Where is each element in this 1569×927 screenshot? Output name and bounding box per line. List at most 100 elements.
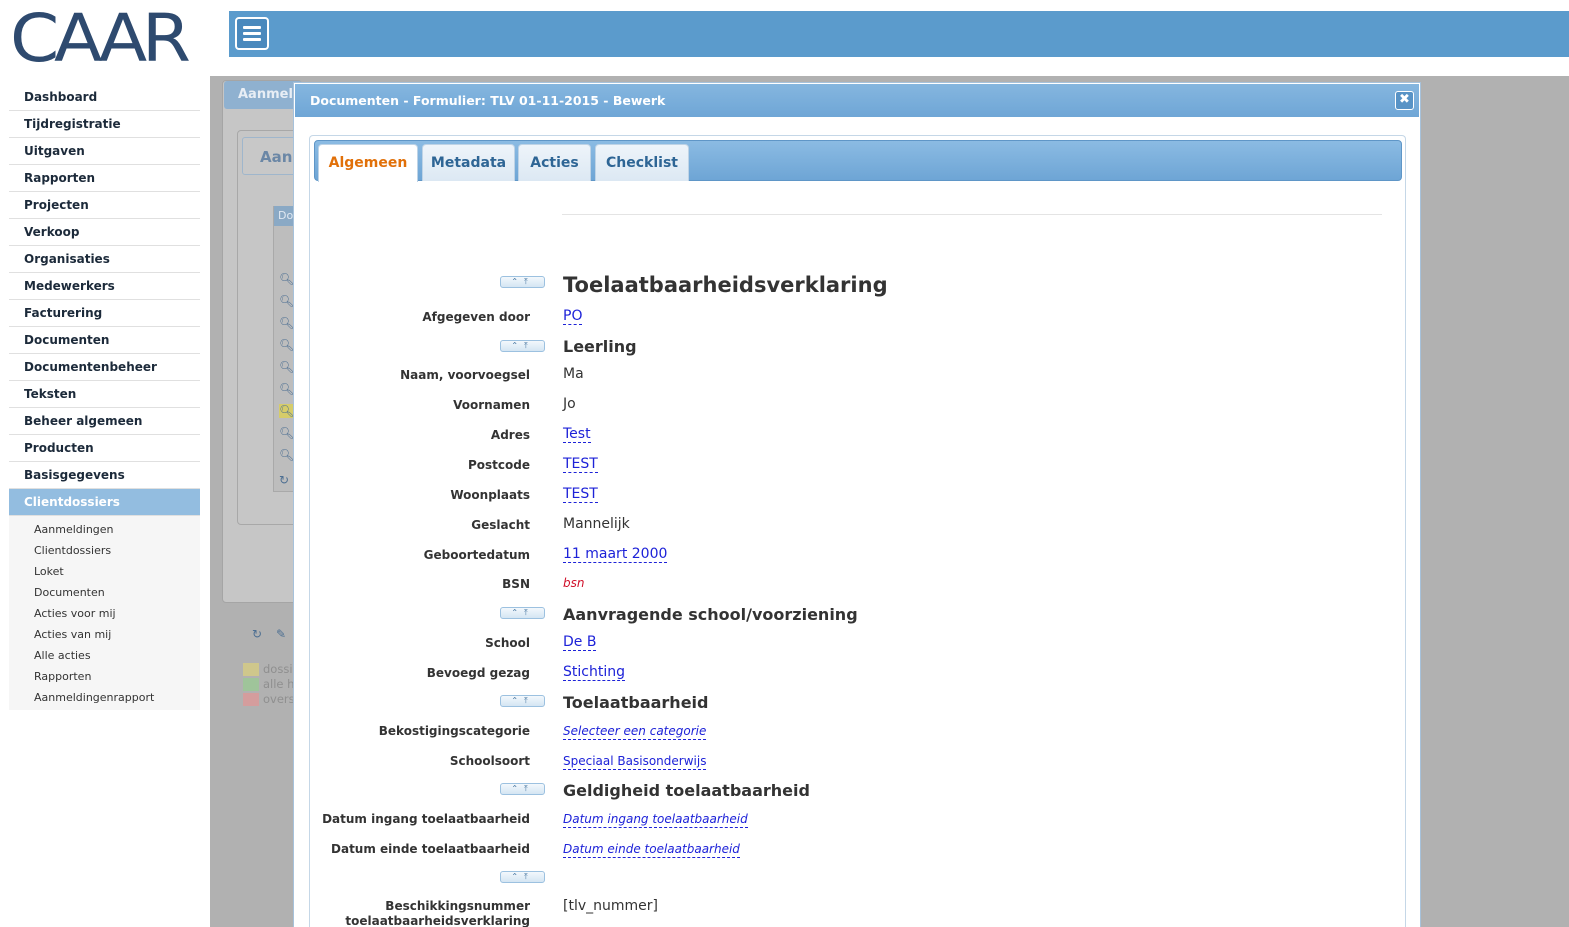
- tab-metadata[interactable]: Metadata: [422, 144, 515, 181]
- refresh-icon: ↻: [279, 473, 290, 487]
- subnav-item-acties-van-mij[interactable]: Acties van mij: [9, 624, 200, 645]
- menu-icon-line: [243, 38, 261, 41]
- move-section-buttons[interactable]: ⌃⤒: [500, 607, 545, 619]
- beschikkingsnummer-label-line1: Beschikkingsnummer: [385, 899, 530, 913]
- sidebar-item-basisgegevens[interactable]: Basisgegevens: [9, 462, 200, 489]
- sidebar-item-producten[interactable]: Producten: [9, 435, 200, 462]
- sidebar-item-medewerkers[interactable]: Medewerkers: [9, 273, 200, 300]
- sidebar-subnav: Aanmeldingen Clientdossiers Loket Docume…: [9, 516, 200, 710]
- postcode-value[interactable]: TEST: [563, 456, 598, 473]
- refresh-icon: ↻: [252, 627, 263, 641]
- sidebar-item-facturering[interactable]: Facturering: [9, 300, 200, 327]
- subnav-item-aanmeldingenrapport[interactable]: Aanmeldingenrapport: [9, 687, 200, 708]
- bsn-label: BSN: [502, 577, 530, 591]
- geboortedatum-value[interactable]: 11 maart 2000: [563, 546, 668, 563]
- sidebar-item-documentenbeheer[interactable]: Documentenbeheer: [9, 354, 200, 381]
- search-icon: 🔍︎: [279, 272, 295, 286]
- geslacht-value: Mannelijk: [563, 516, 630, 532]
- adres-label: Adres: [490, 428, 530, 442]
- search-icon: 🔍︎: [279, 294, 295, 308]
- sidebar-item-documenten[interactable]: Documenten: [9, 327, 200, 354]
- section-leerling-title: Leerling: [563, 337, 637, 356]
- datum-einde-label: Datum einde toelaatbaarheid: [331, 842, 530, 856]
- move-section-buttons[interactable]: ⌃⤒: [500, 276, 545, 288]
- subnav-item-alle-acties[interactable]: Alle acties: [9, 645, 200, 666]
- section-toelaatbaarheid-title: Toelaatbaarheid: [563, 693, 709, 712]
- bekostigingscategorie-select[interactable]: Selecteer een categorie: [563, 723, 707, 740]
- menu-icon-line: [243, 26, 261, 29]
- search-icon: 🔍︎: [279, 404, 295, 418]
- datum-ingang-value[interactable]: Datum ingang toelaatbaarheid: [563, 811, 748, 828]
- search-icon: 🔍︎: [279, 338, 295, 352]
- schoolsoort-label: Schoolsoort: [449, 754, 530, 768]
- sidebar-item-uitgaven[interactable]: Uitgaven: [9, 138, 200, 165]
- tab-bar: Algemeen Metadata Acties Checklist: [314, 140, 1402, 182]
- move-section-buttons[interactable]: ⌃⤒: [500, 871, 545, 883]
- geslacht-label: Geslacht: [471, 518, 530, 532]
- subnav-item-rapporten[interactable]: Rapporten: [9, 666, 200, 687]
- naam-value: Ma: [563, 366, 584, 382]
- sidebar-item-teksten[interactable]: Teksten: [9, 381, 200, 408]
- adres-value[interactable]: Test: [563, 426, 591, 443]
- sidebar-item-tijdregistratie[interactable]: Tijdregistratie: [9, 111, 200, 138]
- tab-acties[interactable]: Acties: [518, 144, 591, 181]
- voornamen-label: Voornamen: [453, 398, 530, 412]
- dialog-titlebar[interactable]: Documenten - Formulier: TLV 01-11-2015 -…: [295, 84, 1419, 117]
- datum-einde-value[interactable]: Datum einde toelaatbaarheid: [563, 841, 740, 858]
- hamburger-menu-button[interactable]: [235, 17, 269, 50]
- naam-label: Naam, voorvoegsel: [400, 368, 530, 382]
- move-section-buttons[interactable]: ⌃⤒: [500, 695, 545, 707]
- tab-checklist[interactable]: Checklist: [595, 144, 689, 181]
- subnav-item-documenten[interactable]: Documenten: [9, 582, 200, 603]
- move-section-buttons[interactable]: ⌃⤒: [500, 340, 545, 352]
- sidebar-item-rapporten[interactable]: Rapporten: [9, 165, 200, 192]
- geboortedatum-label: Geboortedatum: [423, 548, 530, 562]
- subnav-item-acties-voor-mij[interactable]: Acties voor mij: [9, 603, 200, 624]
- tab-algemeen[interactable]: Algemeen: [318, 144, 418, 182]
- document-edit-dialog: Documenten - Formulier: TLV 01-11-2015 -…: [293, 82, 1421, 927]
- search-icon: 🔍︎: [279, 448, 295, 462]
- dialog-body: Algemeen Metadata Acties Checklist ⌃⤒ To…: [309, 135, 1406, 927]
- document-title: Toelaatbaarheidsverklaring: [563, 273, 888, 297]
- afgegeven-door-value[interactable]: PO: [563, 308, 583, 325]
- edit-icon: ✎: [276, 627, 287, 641]
- school-value[interactable]: De B: [563, 634, 597, 651]
- section-geldigheid-title: Geldigheid toelaatbaarheid: [563, 781, 810, 800]
- sidebar-item-projecten[interactable]: Projecten: [9, 192, 200, 219]
- close-icon[interactable]: ✖: [1395, 91, 1414, 110]
- subnav-item-clientdossiers[interactable]: Clientdossiers: [9, 540, 200, 561]
- sidebar-item-dashboard[interactable]: Dashboard: [9, 84, 200, 111]
- voornamen-value: Jo: [563, 396, 576, 412]
- sidebar-item-organisaties[interactable]: Organisaties: [9, 246, 200, 273]
- schoolsoort-value[interactable]: Speciaal Basisonderwijs: [563, 753, 707, 770]
- bevoegd-gezag-value[interactable]: Stichting: [563, 664, 625, 681]
- search-icon: 🔍︎: [279, 426, 295, 440]
- dialog-title: Documenten - Formulier: TLV 01-11-2015 -…: [310, 93, 666, 108]
- sidebar-item-verkoop[interactable]: Verkoop: [9, 219, 200, 246]
- school-label: School: [485, 636, 530, 650]
- postcode-label: Postcode: [467, 458, 530, 472]
- section-school-title: Aanvragende school/voorziening: [563, 605, 858, 624]
- search-icon: 🔍︎: [279, 382, 295, 396]
- logo-text: CAAR: [10, 0, 191, 77]
- legend-swatch: [243, 693, 259, 706]
- beschikkingsnummer-label-line2: toelaatbaarheidsverklaring: [345, 914, 530, 927]
- beschikkingsnummer-value: [tlv_nummer]: [563, 898, 658, 914]
- search-icon: 🔍︎: [279, 360, 295, 374]
- move-section-buttons[interactable]: ⌃⤒: [500, 783, 545, 795]
- bevoegd-gezag-label: Bevoegd gezag: [426, 666, 530, 680]
- beschikkingsnummer-label: Beschikkingsnummer toelaatbaarheidsverkl…: [345, 899, 530, 927]
- subnav-item-aanmeldingen[interactable]: Aanmeldingen: [9, 519, 200, 540]
- caar-logo[interactable]: CAAR: [10, 6, 196, 72]
- sidebar-item-beheer-algemeen[interactable]: Beheer algemeen: [9, 408, 200, 435]
- legend-swatch: [243, 663, 259, 676]
- subnav-item-loket[interactable]: Loket: [9, 561, 200, 582]
- menu-icon-line: [243, 32, 261, 35]
- search-icon: 🔍︎: [279, 316, 295, 330]
- bsn-value[interactable]: bsn: [563, 576, 584, 590]
- woonplaats-value[interactable]: TEST: [563, 486, 598, 503]
- background-panel-header: Aanmelding: [224, 81, 302, 109]
- top-bar: [229, 11, 1569, 57]
- sidebar-item-clientdossiers[interactable]: Clientdossiers: [9, 489, 200, 516]
- sidebar-nav: Dashboard Tijdregistratie Uitgaven Rappo…: [9, 84, 200, 710]
